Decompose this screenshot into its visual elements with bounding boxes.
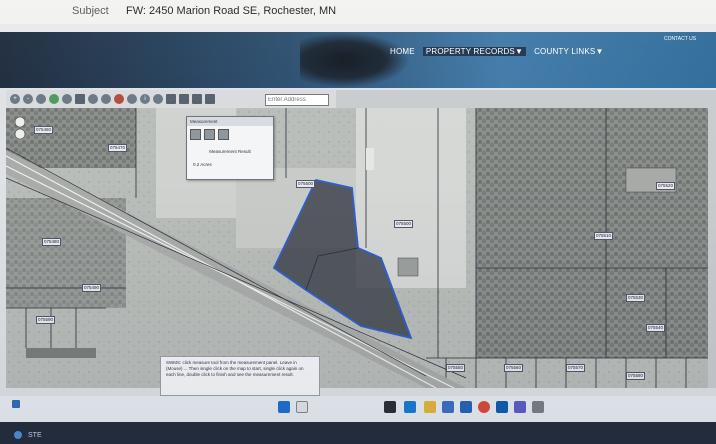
parcel-label: 075510 xyxy=(594,232,614,240)
parcel-label: 075480 xyxy=(42,238,62,246)
task-view-icon[interactable] xyxy=(384,401,396,413)
file-explorer-icon[interactable] xyxy=(424,401,436,413)
map-canvas[interactable]: 075460 075470 075480 075490 075500 07550… xyxy=(6,108,708,388)
parcel-label: 075550 xyxy=(446,364,466,372)
nav-county-links[interactable]: COUNTY LINKS▼ xyxy=(534,47,604,56)
extent-icon[interactable] xyxy=(75,94,85,104)
image-icon[interactable] xyxy=(166,94,176,104)
measure-distance-icon[interactable] xyxy=(204,129,215,140)
measurement-help-text: SWMS: click measure tool from the measur… xyxy=(160,356,320,396)
subject-value: FW: 2450 Marion Road SE, Rochester, MN xyxy=(126,5,337,17)
parcel-label: 075460 xyxy=(34,126,54,134)
info-icon[interactable]: i xyxy=(140,94,150,104)
forward-icon[interactable] xyxy=(101,94,111,104)
measure-icon[interactable] xyxy=(192,94,202,104)
start-icon[interactable] xyxy=(278,401,290,413)
monitor-bezel xyxy=(0,422,716,444)
divider xyxy=(0,24,716,32)
parcel-label: 075580 xyxy=(626,372,646,380)
globe-icon[interactable] xyxy=(49,94,59,104)
parcel-label: 075520 xyxy=(656,182,676,190)
contact-link[interactable]: CONTACT US xyxy=(664,36,696,42)
outlook-icon[interactable] xyxy=(496,401,508,413)
monitor-logo xyxy=(14,431,22,439)
mail-icon[interactable] xyxy=(460,401,472,413)
parcel-label: 075490 xyxy=(82,284,102,292)
select-icon[interactable] xyxy=(114,94,124,104)
measurement-result-label: Measurement Result xyxy=(209,149,251,154)
magnifier-icon[interactable] xyxy=(36,94,46,104)
parcel-label: 075590 xyxy=(36,316,56,324)
back-icon[interactable] xyxy=(88,94,98,104)
scroll-left-icon[interactable] xyxy=(12,400,20,408)
measure-area-icon[interactable] xyxy=(190,129,201,140)
bezel-text: STE xyxy=(28,432,42,439)
measurement-dialog-title: Measurement xyxy=(187,117,273,126)
parcel-label: 075500 xyxy=(394,220,414,228)
measurement-result-value: 0.2 Acres xyxy=(193,162,212,167)
header-tree-image xyxy=(300,32,410,88)
taskbar xyxy=(0,396,716,422)
store-icon[interactable] xyxy=(442,401,454,413)
teams-icon[interactable] xyxy=(514,401,526,413)
parcel-label: 075570 xyxy=(566,364,586,372)
address-search-input[interactable] xyxy=(265,94,329,106)
parcel-label: 075540 xyxy=(646,324,666,332)
search-icon[interactable] xyxy=(296,401,308,413)
parcel-label: 075530 xyxy=(626,294,646,302)
measurement-dialog[interactable]: Measurement Measurement Result 0.2 Acres xyxy=(186,116,274,180)
pan-icon[interactable] xyxy=(62,94,72,104)
chrome-icon[interactable] xyxy=(478,401,490,413)
parcel-label: 075560 xyxy=(504,364,524,372)
browser-icon[interactable] xyxy=(404,401,416,413)
settings-icon[interactable] xyxy=(532,401,544,413)
parcel-label: 075470 xyxy=(108,144,128,152)
nav-property-records[interactable]: PROPERTY RECORDS▼ xyxy=(422,47,527,56)
measurement-tools xyxy=(187,126,273,143)
parcel-label: 075500 xyxy=(296,180,316,188)
screenshot: Subject FW: 2450 Marion Road SE, Rochest… xyxy=(0,0,716,444)
layers-icon[interactable] xyxy=(205,94,215,104)
identify-icon[interactable] xyxy=(153,94,163,104)
measure-location-icon[interactable] xyxy=(218,129,229,140)
site-nav: HOME PROPERTY RECORDS▼ COUNTY LINKS▼ xyxy=(390,47,604,56)
clear-icon[interactable] xyxy=(127,94,137,104)
email-subject-bar: Subject FW: 2450 Marion Road SE, Rochest… xyxy=(0,0,716,24)
subject-label: Subject xyxy=(72,5,109,17)
nav-home[interactable]: HOME xyxy=(390,47,415,56)
zoom-in-icon[interactable]: + xyxy=(10,94,20,104)
print-icon[interactable] xyxy=(179,94,189,104)
zoom-out-icon[interactable]: - xyxy=(23,94,33,104)
